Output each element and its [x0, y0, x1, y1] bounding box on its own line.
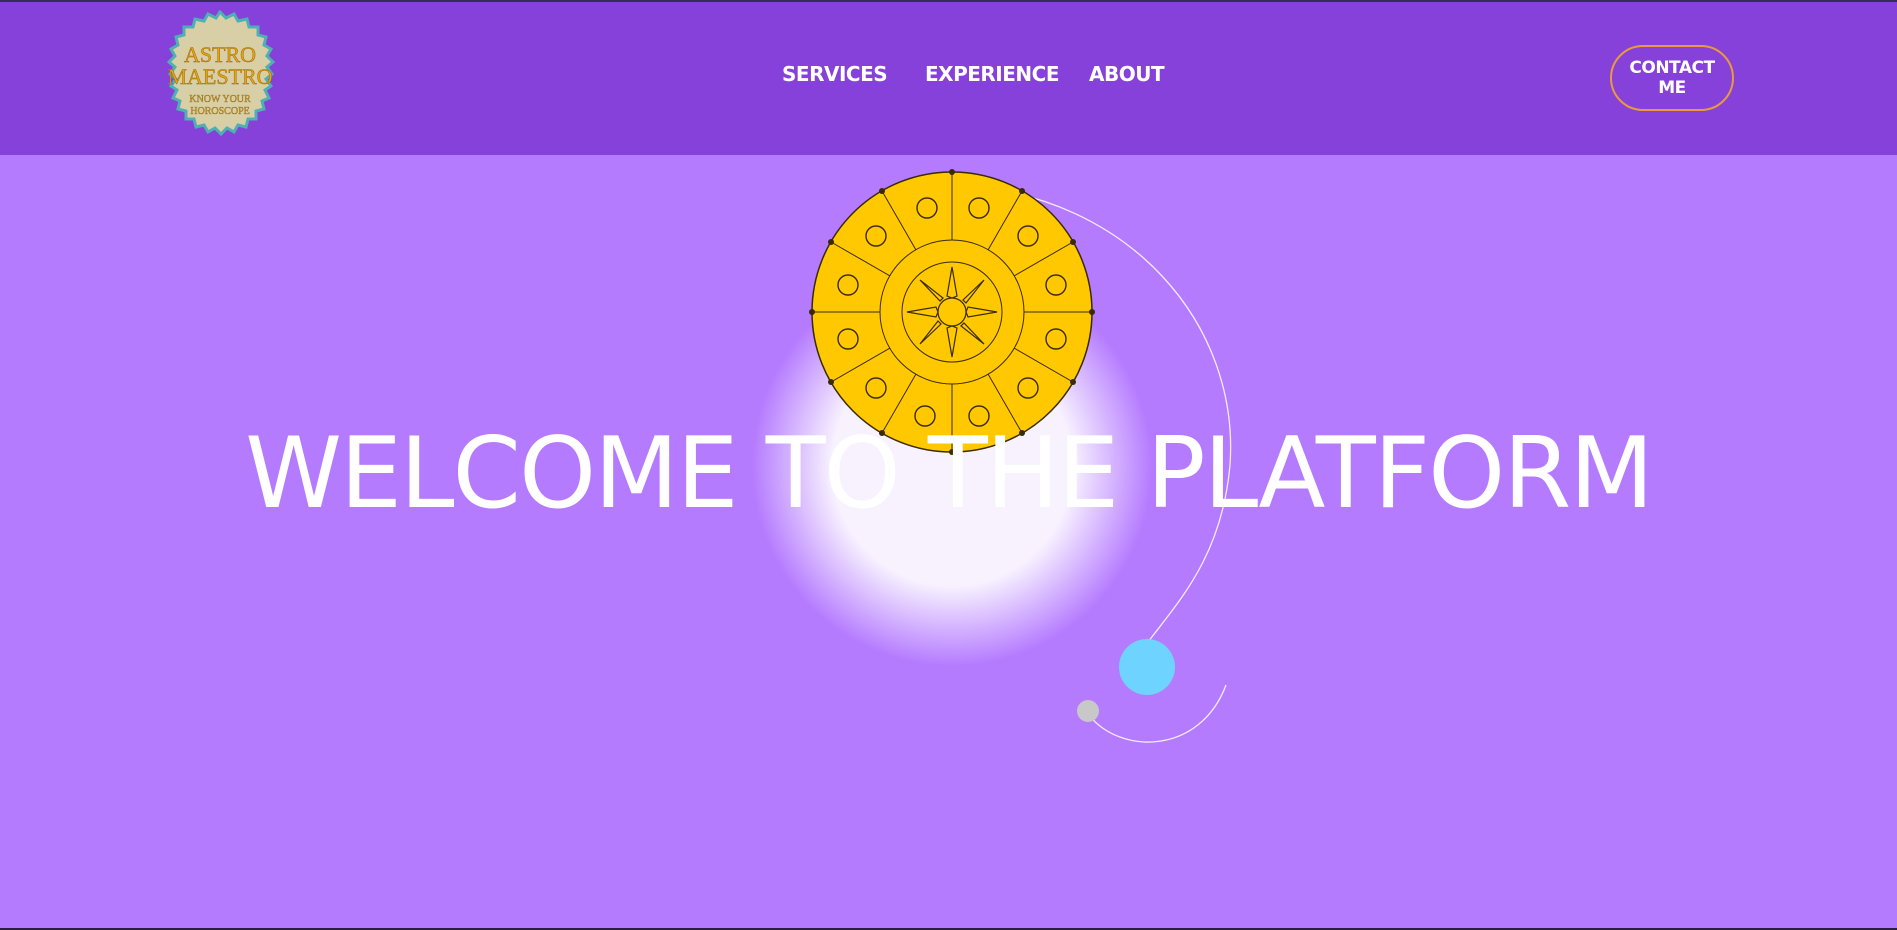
orbit-arc-small — [1088, 684, 1227, 743]
logo-text-horoscope: HOROSCOPE — [190, 106, 249, 117]
logo-text-know-your: KNOW YOUR — [189, 94, 251, 105]
nav-services[interactable]: SERVICES — [782, 62, 888, 86]
orb-blue — [1119, 639, 1175, 695]
site-header: ASTRO MAESTRO KNOW YOUR HOROSCOPE SERVIC… — [0, 0, 1897, 155]
nav-experience[interactable]: EXPERIENCE — [925, 62, 1059, 86]
nav-about[interactable]: ABOUT — [1089, 62, 1165, 86]
orb-grey — [1077, 700, 1099, 722]
hero-headline: WELCOME TO THE PLATFORM — [245, 417, 1654, 531]
hero-section: WELCOME TO THE PLATFORM — [0, 155, 1897, 930]
contact-me-button[interactable]: CONTACT ME — [1610, 45, 1734, 111]
